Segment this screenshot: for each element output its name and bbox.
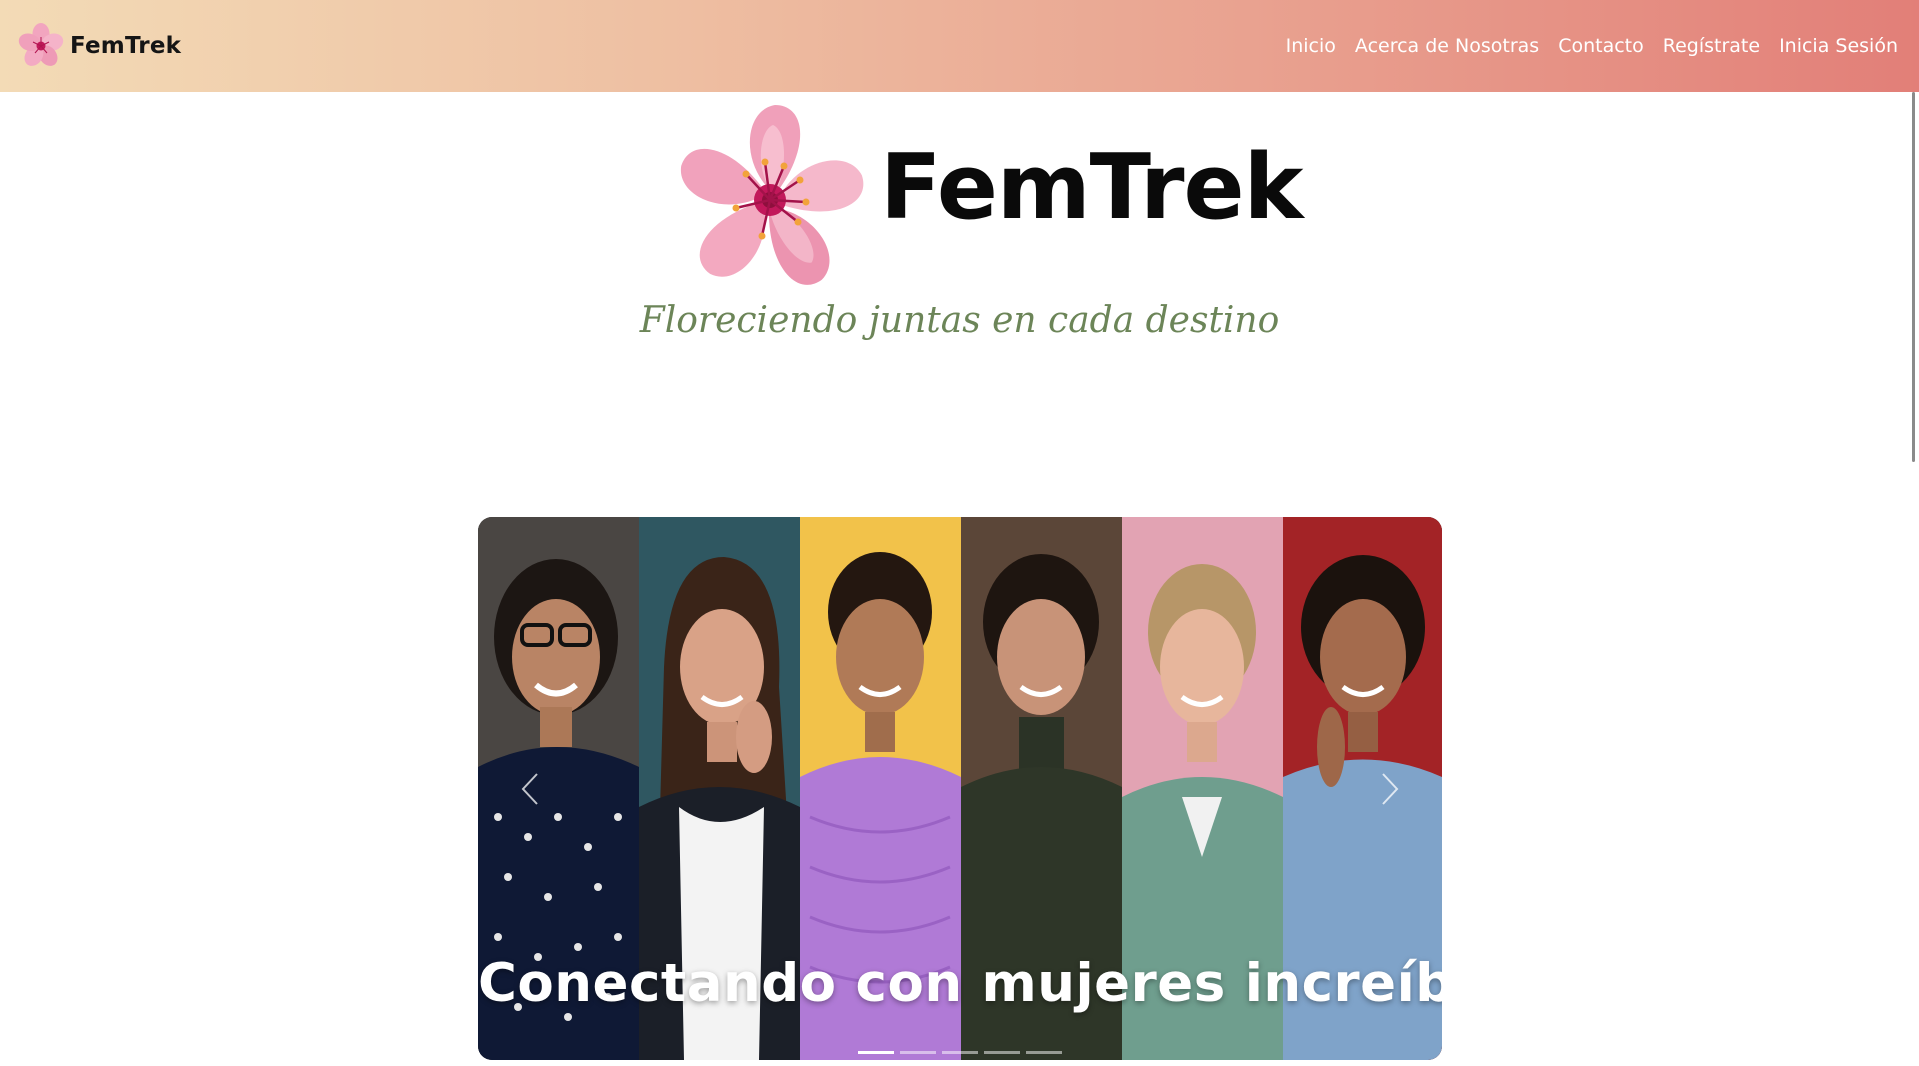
nav-link-inicia-sesion[interactable]: Inicia Sesión bbox=[1779, 35, 1898, 57]
hero-logo: FemTrek bbox=[670, 100, 1303, 300]
carousel-indicator-2[interactable] bbox=[900, 1051, 936, 1054]
carousel-indicator-3[interactable] bbox=[942, 1051, 978, 1054]
nav-links: Inicio Acerca de Nosotras Contacto Regís… bbox=[1267, 35, 1898, 57]
nav-link-inicio[interactable]: Inicio bbox=[1286, 35, 1336, 57]
carousel-caption: Conectando con mujeres increíbles bbox=[478, 953, 1442, 1014]
carousel-indicator-5[interactable] bbox=[1026, 1051, 1062, 1054]
carousel-prev-button[interactable] bbox=[508, 767, 552, 811]
image-carousel[interactable]: Conectando con mujeres increíbles bbox=[478, 517, 1442, 1060]
cherry-blossom-icon bbox=[681, 105, 864, 285]
scrollbar-thumb[interactable] bbox=[1912, 92, 1915, 462]
hero-title: FemTrek bbox=[880, 135, 1303, 240]
carousel-indicator-1[interactable] bbox=[858, 1051, 894, 1054]
page-scrollbar[interactable] bbox=[1903, 92, 1919, 1066]
chevron-left-icon bbox=[521, 773, 538, 805]
carousel-indicator-4[interactable] bbox=[984, 1051, 1020, 1054]
hero-tagline: Floreciendo juntas en cada destino bbox=[639, 300, 1280, 341]
brand-name: FemTrek bbox=[70, 33, 182, 59]
nav-link-contacto[interactable]: Contacto bbox=[1558, 35, 1644, 57]
cherry-blossom-icon bbox=[18, 23, 64, 66]
chevron-right-icon bbox=[1382, 773, 1399, 805]
page: FemTrek Inicio Acerca de Nosotras Contac… bbox=[0, 0, 1919, 1066]
top-navbar: FemTrek Inicio Acerca de Nosotras Contac… bbox=[0, 0, 1919, 92]
carousel-indicators bbox=[478, 1051, 1442, 1054]
navbar-brand[interactable]: FemTrek bbox=[16, 21, 181, 71]
nav-link-registrate[interactable]: Regístrate bbox=[1663, 35, 1760, 57]
nav-link-acerca[interactable]: Acerca de Nosotras bbox=[1355, 35, 1539, 57]
carousel-next-button[interactable] bbox=[1368, 767, 1412, 811]
